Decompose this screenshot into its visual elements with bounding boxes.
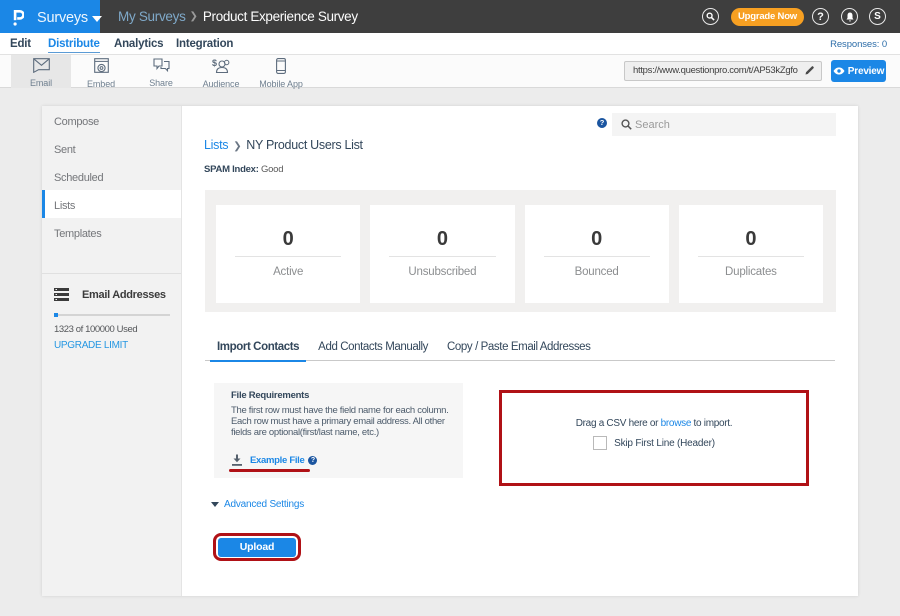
svg-text:$: $ [212, 58, 217, 68]
